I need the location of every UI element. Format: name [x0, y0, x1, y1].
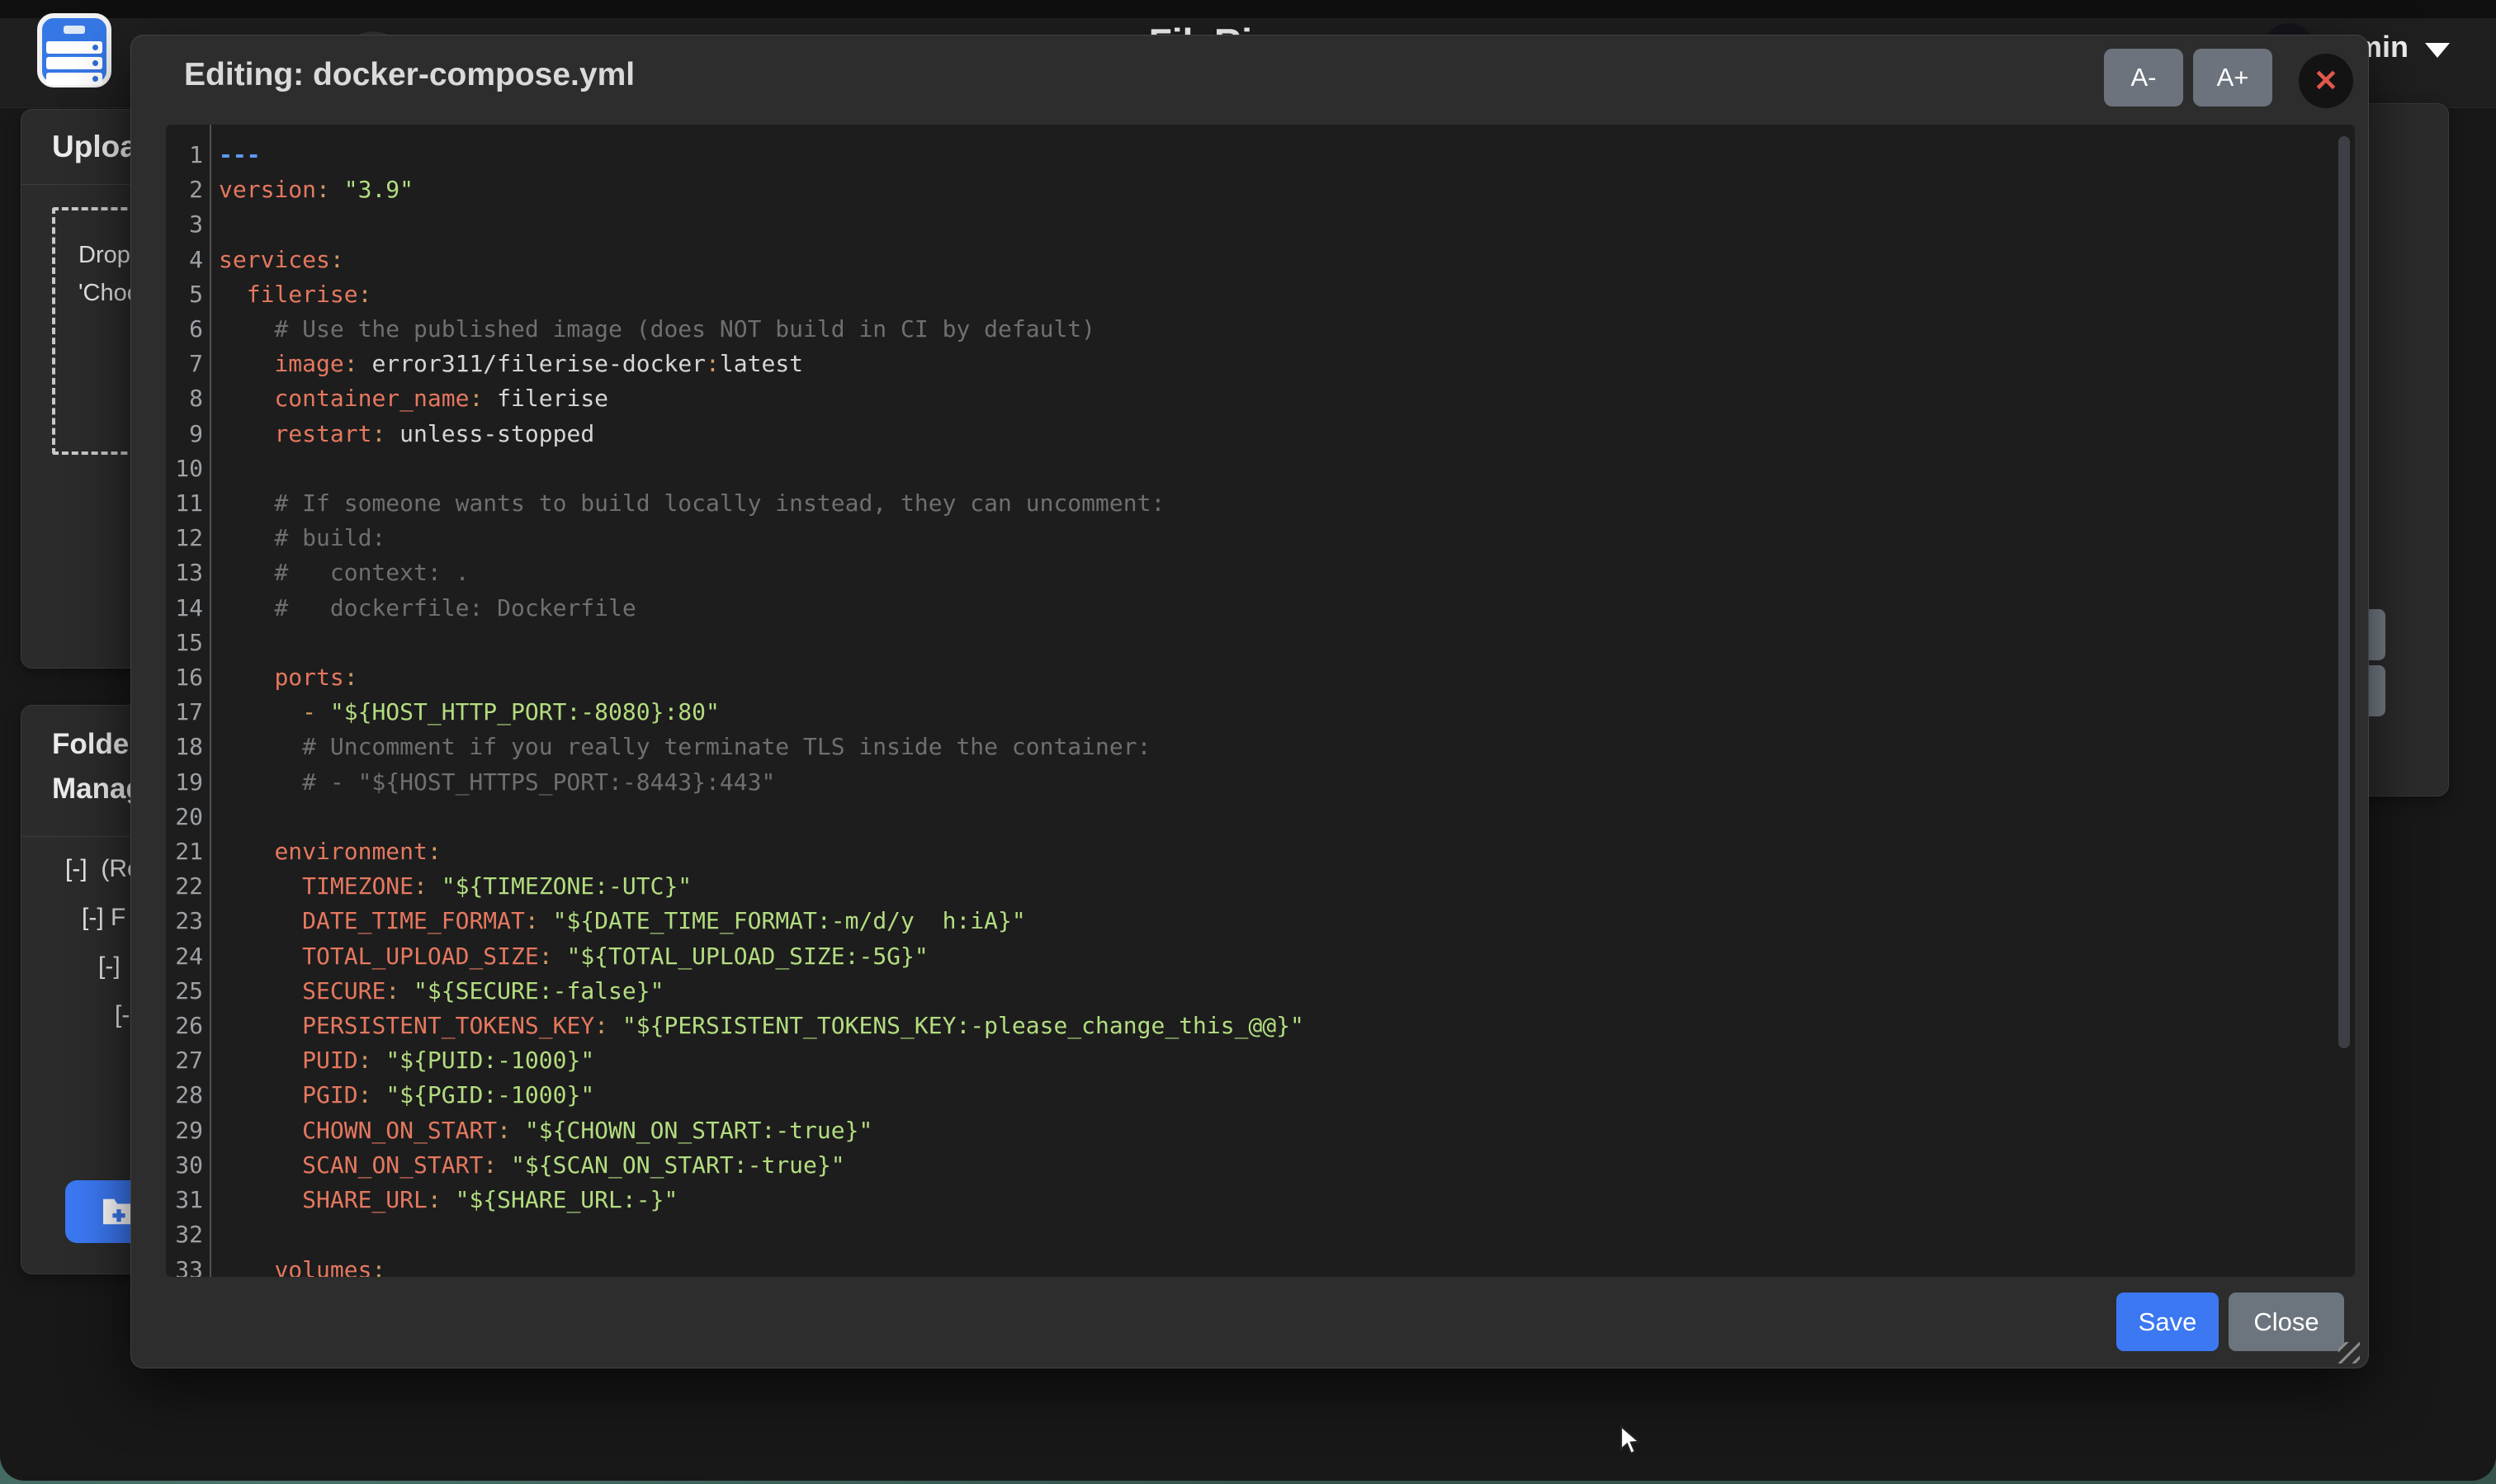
line-number: 1 — [166, 138, 210, 173]
code-line[interactable]: 9 restart: unless-stopped — [166, 417, 2355, 451]
logo-handle — [64, 26, 85, 34]
line-number: 4 — [166, 243, 210, 277]
close-icon[interactable]: ✕ — [2299, 54, 2353, 108]
code-line[interactable]: 13 # context: . — [166, 555, 2355, 590]
code-line[interactable]: 5 filerise: — [166, 277, 2355, 312]
filerise-logo-icon[interactable] — [37, 13, 111, 87]
line-number: 20 — [166, 800, 210, 834]
line-number: 18 — [166, 730, 210, 764]
line-number: 11 — [166, 486, 210, 521]
code-line[interactable]: 7 image: error311/filerise-docker:latest — [166, 347, 2355, 381]
code-line[interactable]: 25 SECURE: "${SECURE:-false}" — [166, 974, 2355, 1009]
chevron-down-icon[interactable] — [2425, 43, 2450, 58]
line-number: 28 — [166, 1078, 210, 1113]
code-line[interactable]: 3 — [166, 207, 2355, 242]
line-number: 32 — [166, 1217, 210, 1252]
logo-bar — [46, 73, 102, 85]
code-line[interactable]: 12 # build: — [166, 521, 2355, 555]
line-number: 25 — [166, 974, 210, 1009]
code-lines: 1---2version: "3.9"3 4services:5 fileris… — [166, 138, 2355, 1277]
line-number: 30 — [166, 1148, 210, 1183]
line-number: 10 — [166, 451, 210, 486]
line-number: 19 — [166, 765, 210, 800]
code-line[interactable]: 23 DATE_TIME_FORMAT: "${DATE_TIME_FORMAT… — [166, 904, 2355, 938]
code-line[interactable]: 16 ports: — [166, 660, 2355, 695]
code-line[interactable]: 17 - "${HOST_HTTP_PORT:-8080}:80" — [166, 695, 2355, 730]
code-line[interactable]: 11 # If someone wants to build locally i… — [166, 486, 2355, 521]
editor-scrollbar[interactable] — [2338, 136, 2350, 1048]
code-line[interactable]: 6 # Use the published image (does NOT bu… — [166, 312, 2355, 347]
code-line[interactable]: 15 — [166, 626, 2355, 660]
code-line[interactable]: 26 PERSISTENT_TOKENS_KEY: "${PERSISTENT_… — [166, 1009, 2355, 1043]
line-number: 15 — [166, 626, 210, 660]
font-decrease-button[interactable]: A- — [2104, 49, 2183, 106]
line-number: 16 — [166, 660, 210, 695]
browser-window: FileRise admin Upload Files Drop files h… — [0, 0, 2496, 1481]
code-line[interactable]: 18 # Uncomment if you really terminate T… — [166, 730, 2355, 764]
code-line[interactable]: 2version: "3.9" — [166, 173, 2355, 207]
code-line[interactable]: 8 container_name: filerise — [166, 381, 2355, 416]
code-editor[interactable]: 1---2version: "3.9"3 4services:5 fileris… — [166, 125, 2355, 1277]
desktop: FileRise admin Upload Files Drop files h… — [0, 0, 2496, 1484]
line-number: 13 — [166, 555, 210, 590]
code-line[interactable]: 31 SHARE_URL: "${SHARE_URL:-}" — [166, 1183, 2355, 1217]
line-number: 26 — [166, 1009, 210, 1043]
mouse-cursor — [1619, 1425, 1647, 1458]
line-number: 22 — [166, 869, 210, 904]
line-number: 14 — [166, 591, 210, 626]
resize-handle[interactable] — [2338, 1342, 2360, 1363]
code-line[interactable]: 33 volumes: — [166, 1253, 2355, 1278]
modal-title: Editing: docker-compose.yml — [184, 57, 635, 93]
line-number: 5 — [166, 277, 210, 312]
code-line[interactable]: 29 CHOWN_ON_START: "${CHOWN_ON_START:-tr… — [166, 1113, 2355, 1148]
code-line[interactable]: 14 # dockerfile: Dockerfile — [166, 591, 2355, 626]
code-line[interactable]: 4services: — [166, 243, 2355, 277]
code-line[interactable]: 1--- — [166, 138, 2355, 173]
font-increase-button[interactable]: A+ — [2193, 49, 2272, 106]
logo-bar — [46, 57, 102, 69]
code-line[interactable]: 28 PGID: "${PGID:-1000}" — [166, 1078, 2355, 1113]
save-button[interactable]: Save — [2116, 1293, 2219, 1351]
code-line[interactable]: 30 SCAN_ON_START: "${SCAN_ON_START:-true… — [166, 1148, 2355, 1183]
code-line[interactable]: 27 PUID: "${PUID:-1000}" — [166, 1043, 2355, 1078]
line-number: 33 — [166, 1253, 210, 1278]
edit-file-modal: Editing: docker-compose.yml A- A+ ✕ 1---… — [130, 35, 2369, 1368]
logo-bar — [46, 41, 102, 54]
code-line[interactable]: 24 TOTAL_UPLOAD_SIZE: "${TOTAL_UPLOAD_SI… — [166, 939, 2355, 974]
line-number: 9 — [166, 417, 210, 451]
code-line[interactable]: 22 TIMEZONE: "${TIMEZONE:-UTC}" — [166, 869, 2355, 904]
code-line[interactable]: 19 # - "${HOST_HTTPS_PORT:-8443}:443" — [166, 765, 2355, 800]
line-number: 7 — [166, 347, 210, 381]
close-button[interactable]: Close — [2229, 1293, 2344, 1351]
line-number: 2 — [166, 173, 210, 207]
line-number: 12 — [166, 521, 210, 555]
line-number: 6 — [166, 312, 210, 347]
code-line[interactable]: 32 — [166, 1217, 2355, 1252]
line-number: 29 — [166, 1113, 210, 1148]
line-number: 8 — [166, 381, 210, 416]
window-top-strip — [0, 0, 2496, 18]
line-number: 21 — [166, 834, 210, 869]
line-number: 24 — [166, 939, 210, 974]
line-number: 23 — [166, 904, 210, 938]
line-number: 31 — [166, 1183, 210, 1217]
line-number: 27 — [166, 1043, 210, 1078]
line-number: 17 — [166, 695, 210, 730]
code-line[interactable]: 10 — [166, 451, 2355, 486]
line-number: 3 — [166, 207, 210, 242]
code-line[interactable]: 20 — [166, 800, 2355, 834]
code-line[interactable]: 21 environment: — [166, 834, 2355, 869]
